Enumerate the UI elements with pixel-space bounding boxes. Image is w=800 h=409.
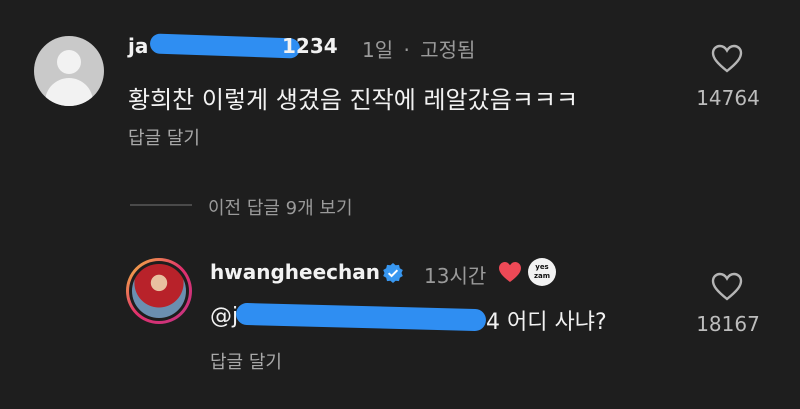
like-heart-icon[interactable] [711, 272, 743, 302]
verified-badge-icon [383, 263, 403, 283]
yes-zam-logo: yes zam [528, 258, 556, 286]
comment-time: 1일 [362, 38, 394, 62]
mention-redaction [235, 302, 487, 332]
mention-start[interactable]: @j [210, 304, 238, 329]
avatar-head-shape [57, 50, 81, 74]
reply-button[interactable]: 답글 달기 [210, 348, 282, 374]
like-heart-icon[interactable] [711, 44, 743, 74]
avatar-body-shape [45, 78, 93, 106]
reply-username[interactable]: hwangheechan [210, 260, 380, 284]
comment-text: 황희찬 이렇게 생겼음 진작에 레알갔음ㅋㅋㅋ [128, 86, 579, 114]
comment-username[interactable]: ja [128, 34, 148, 58]
reply-button[interactable]: 답글 달기 [128, 124, 200, 150]
avatar[interactable] [34, 36, 104, 106]
username-redaction [149, 33, 301, 59]
avatar-photo [132, 264, 186, 318]
view-previous-replies[interactable]: 이전 답글 9개 보기 [208, 194, 353, 220]
meta-separator: · [403, 38, 410, 62]
story-avatar[interactable] [126, 258, 192, 324]
comment-meta: 1일 · 고정됨 [362, 34, 475, 63]
reply-text: 4 어디 사냐? [486, 310, 607, 335]
reply-time: 13시간 [424, 264, 487, 288]
like-count: 18167 [696, 312, 760, 336]
like-count: 14764 [696, 86, 760, 110]
comment-username-end[interactable]: 1234 [282, 34, 338, 58]
pinned-label: 고정됨 [420, 38, 476, 62]
divider-line [130, 204, 192, 206]
creator-liked-heart-icon [499, 262, 521, 282]
